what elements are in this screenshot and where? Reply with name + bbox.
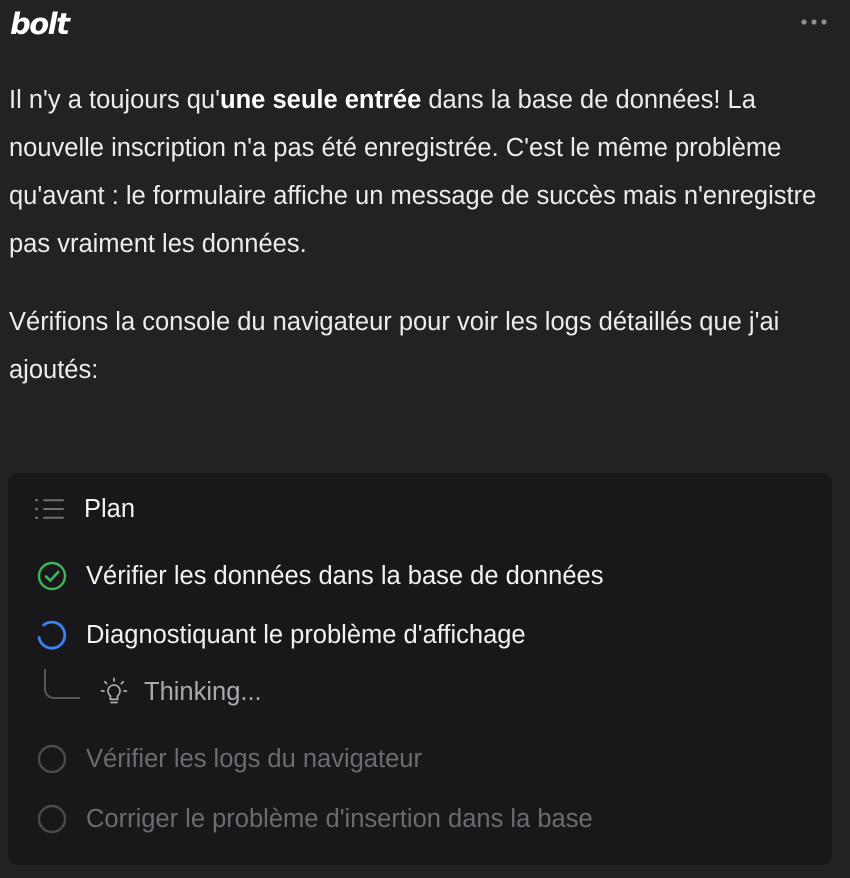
plan-task-label: Corriger le problème d'insertion dans la… [86,804,593,833]
plan-header[interactable]: Plan [34,491,135,527]
plan-task-label: Vérifier les logs du navigateur [86,744,422,773]
tree-connector [44,669,80,699]
more-options-button[interactable] [798,10,830,34]
message-emphasis: une seule entrée [220,86,422,114]
plan-task-label: Diagnostiquant le problème d'affichage [86,620,526,649]
chat-header: bolt [10,2,830,46]
thinking-label: Thinking... [144,677,262,706]
plan-task-check-browser-logs: Vérifier les logs du navigateur [36,739,422,779]
lightbulb-icon [100,677,128,707]
plan-title: Plan [84,494,136,523]
thinking-row: Thinking... [100,677,262,707]
empty-circle-icon [36,743,68,775]
plan-task-fix-insertion: Corriger le problème d'insertion dans la… [36,799,593,839]
message-paragraph-1: Il n'y a toujours qu'une seule entrée da… [9,76,839,268]
check-circle-icon [36,560,68,592]
message-paragraph-2: Vérifions la console du navigateur pour … [9,308,780,384]
plan-task-diagnose-display: Diagnostiquant le problème d'affichage [36,615,526,655]
plan-card: Plan Vérifier les données dans la base d… [8,473,832,865]
assistant-message: Il n'y a toujours qu'une seule entrée da… [9,76,839,394]
plan-task-label: Vérifier les données dans la base de don… [86,561,604,590]
empty-circle-icon [36,803,68,835]
plan-task-verify-database: Vérifier les données dans la base de don… [36,556,603,596]
list-icon [34,497,66,521]
thinking-substep: Thinking... [44,669,262,719]
bolt-logo: bolt [10,7,70,41]
spinner-icon [36,619,68,651]
ellipsis-icon [801,19,827,25]
message-text: Il n'y a toujours qu' [9,86,221,114]
